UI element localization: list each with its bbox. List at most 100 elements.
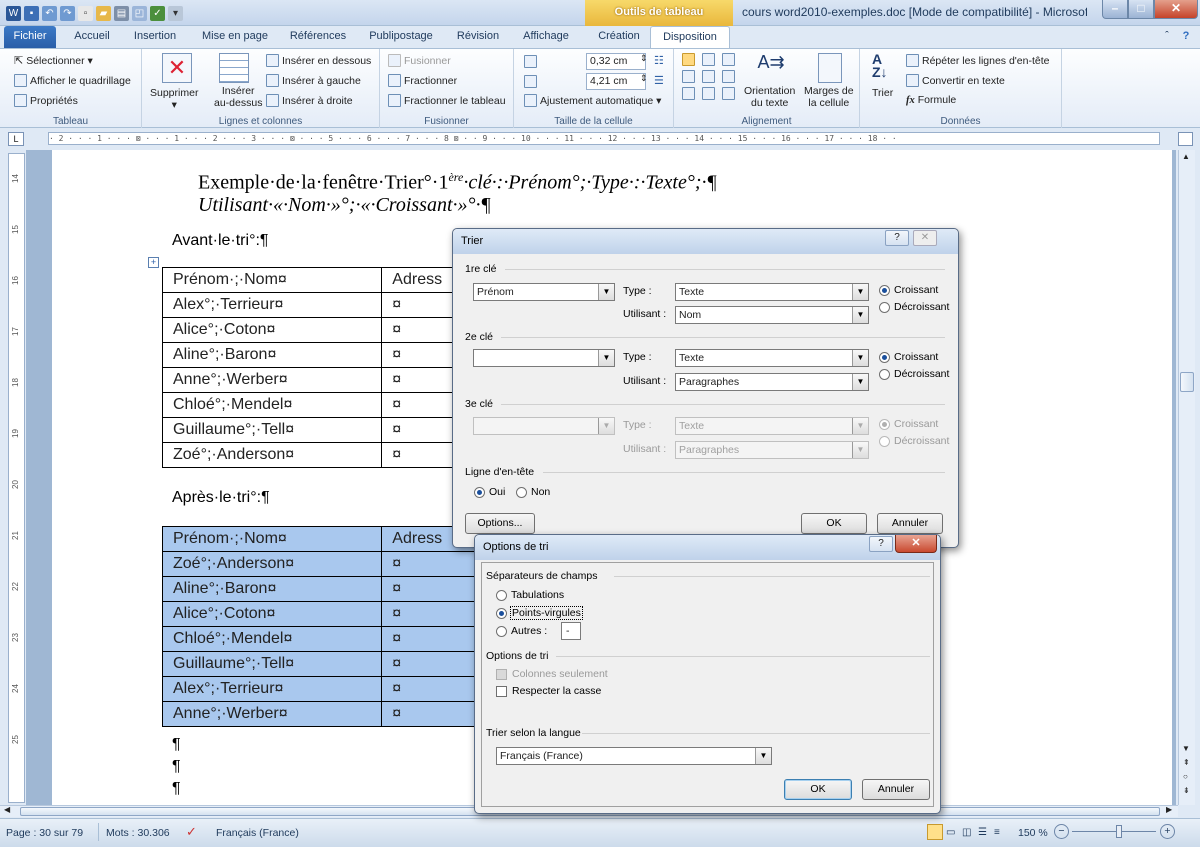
table-row[interactable]: Alex°;·Terrieur¤ ¤ [161, 676, 482, 702]
table-row[interactable]: Anne°;·Werber¤ ¤ [161, 367, 482, 393]
address-cell[interactable]: ¤ [381, 601, 482, 627]
align-top-right-icon[interactable] [722, 53, 735, 66]
previous-page-icon[interactable]: ⇞ [1183, 758, 1190, 767]
view-ruler-icon[interactable] [1178, 132, 1193, 146]
horizontal-ruler[interactable]: · 2 · · · 1 · · · ⊠ · · · 1 · · · 2 · · … [48, 132, 1160, 145]
show-gridlines-button[interactable]: Afficher le quadrillage [14, 74, 131, 87]
name-cell[interactable]: Aline°;·Baron¤ [161, 576, 383, 602]
name-cell[interactable]: Zoé°;·Anderson¤ [161, 442, 383, 468]
convert-to-text-button[interactable]: Convertir en texte [906, 74, 1005, 87]
align-bottom-center-icon[interactable] [702, 87, 715, 100]
key2-desc-label[interactable]: Décroissant [894, 368, 949, 380]
key1-using-select[interactable]: Nom ▼ [675, 306, 869, 324]
name-cell[interactable]: Chloé°;·Mendel¤ [161, 392, 383, 418]
align-top-center-icon[interactable] [702, 53, 715, 66]
minimize-button[interactable]: – [1102, 0, 1128, 19]
table-row[interactable]: Alice°;·Coton¤ ¤ [161, 317, 482, 343]
key1-desc-radio[interactable] [879, 302, 890, 313]
tabs-radio[interactable] [496, 590, 507, 601]
tabs-label[interactable]: Tabulations [511, 589, 564, 601]
split-table-button[interactable]: Fractionner le tableau [388, 94, 506, 107]
close-window-button[interactable]: ✕ [1154, 0, 1198, 19]
tab-disposition[interactable]: Disposition [650, 26, 730, 48]
table-before-sort[interactable]: Prénom·;·Nom¤ Adress Alex°;·Terrieur¤ ¤ Alic… [161, 267, 482, 468]
name-cell[interactable]: Prénom·;·Nom¤ [161, 526, 383, 552]
semicolons-radio[interactable] [496, 608, 507, 619]
width-spinner-icon[interactable]: ⇕ [640, 73, 648, 84]
semicolons-label[interactable]: Points-virgules [510, 606, 583, 620]
sort-help-button[interactable]: ? [885, 230, 909, 246]
tab-accueil[interactable]: Accueil [66, 26, 118, 48]
name-cell[interactable]: Guillaume°;·Tell¤ [161, 651, 383, 677]
align-bottom-left-icon[interactable] [682, 87, 695, 100]
table-row[interactable]: Guillaume°;·Tell¤ ¤ [161, 417, 482, 443]
header-yes-label[interactable]: Oui [489, 486, 505, 498]
name-cell[interactable]: Alex°;·Terrieur¤ [161, 676, 383, 702]
address-cell[interactable]: ¤ [381, 701, 482, 727]
key2-desc-radio[interactable] [879, 369, 890, 380]
table-row[interactable]: Zoé°;·Anderson¤ ¤ [161, 442, 482, 468]
print-preview-icon[interactable]: ◰ [132, 5, 147, 21]
zoom-level[interactable]: 150 % [1018, 827, 1048, 839]
undo-icon[interactable]: ↶ [42, 5, 57, 21]
key3-desc-label[interactable]: Décroissant [894, 435, 949, 447]
zoom-slider[interactable] [1072, 831, 1156, 832]
align-middle-center-icon[interactable] [702, 70, 715, 83]
address-cell[interactable]: ¤ [381, 576, 482, 602]
reading-view-icon[interactable]: ▭ [946, 827, 955, 838]
zoom-out-icon[interactable]: − [1054, 824, 1069, 839]
scroll-thumb[interactable] [1180, 372, 1194, 392]
align-middle-right-icon[interactable] [722, 70, 735, 83]
name-cell[interactable]: Anne°;·Werber¤ [161, 367, 383, 393]
columns-only-checkbox[interactable] [496, 669, 507, 680]
print-layout-view-icon[interactable] [927, 824, 943, 840]
align-bottom-right-icon[interactable] [722, 87, 735, 100]
distribute-rows-icon[interactable]: ☷ [654, 54, 664, 67]
table-row[interactable]: Chloé°;·Mendel¤ ¤ [161, 626, 482, 652]
table-row[interactable]: Aline°;·Baron¤ ¤ [161, 576, 482, 602]
others-input[interactable]: - [561, 622, 581, 640]
key2-asc-radio[interactable] [879, 352, 890, 363]
table-after-sort[interactable]: Prénom·;·Nom¤ Adress Zoé°;·Anderson¤ ¤ Aline… [161, 526, 482, 727]
print-icon[interactable]: ▤ [114, 5, 129, 21]
delete-button[interactable]: Supprimer ▾ [150, 87, 198, 111]
options-button[interactable]: Options... [465, 513, 535, 534]
name-cell[interactable]: Guillaume°;·Tell¤ [161, 417, 383, 443]
tab-revision[interactable]: Révision [448, 26, 508, 48]
key3-type-select[interactable]: Texte ▼ [675, 417, 869, 435]
key3-field-select[interactable]: ▼ [473, 417, 615, 435]
new-document-icon[interactable]: ▫ [78, 5, 93, 21]
key1-asc-radio[interactable] [879, 285, 890, 296]
open-icon[interactable]: ▰ [96, 5, 111, 21]
web-view-icon[interactable]: ◫ [962, 827, 971, 838]
key2-asc-label[interactable]: Croissant [894, 351, 938, 363]
insert-below-button[interactable]: Insérer en dessous [266, 54, 371, 67]
key2-type-select[interactable]: Texte ▼ [675, 349, 869, 367]
customize-qat-icon[interactable]: ▾ [168, 5, 183, 21]
proofing-icon[interactable]: ✓ [186, 824, 197, 840]
zoom-slider-thumb[interactable] [1116, 825, 1122, 838]
text-direction-button[interactable]: Orientation du texte [744, 85, 795, 109]
name-cell[interactable]: Prénom·;·Nom¤ [161, 267, 383, 293]
sort-close-button[interactable]: ✕ [913, 230, 937, 246]
case-sensitive-checkbox[interactable] [496, 686, 507, 697]
table-move-handle-icon[interactable]: + [148, 257, 159, 268]
next-page-icon[interactable]: ⇟ [1183, 786, 1190, 795]
scroll-up-icon[interactable]: ▲ [1182, 152, 1190, 161]
name-cell[interactable]: Chloé°;·Mendel¤ [161, 626, 383, 652]
key1-field-select[interactable]: Prénom ▼ [473, 283, 615, 301]
repeat-header-rows-button[interactable]: Répéter les lignes d'en-tête [906, 54, 1050, 67]
table-row[interactable]: Guillaume°;·Tell¤ ¤ [161, 651, 482, 677]
scroll-right-icon[interactable]: ▶ [1166, 805, 1172, 814]
table-row[interactable]: Anne°;·Werber¤ ¤ [161, 701, 482, 727]
columns-only-label[interactable]: Colonnes seulement [512, 668, 608, 680]
maximize-button[interactable]: □ [1128, 0, 1154, 19]
spelling-icon[interactable]: ✓ [150, 5, 165, 21]
browse-object-icon[interactable]: ○ [1183, 772, 1188, 781]
key1-type-select[interactable]: Texte ▼ [675, 283, 869, 301]
name-cell[interactable]: Aline°;·Baron¤ [161, 342, 383, 368]
minimize-ribbon-icon[interactable]: ˆ [1160, 26, 1174, 48]
address-cell[interactable]: ¤ [381, 676, 482, 702]
key1-desc-label[interactable]: Décroissant [894, 301, 949, 313]
split-cells-button[interactable]: Fractionner [388, 74, 457, 87]
